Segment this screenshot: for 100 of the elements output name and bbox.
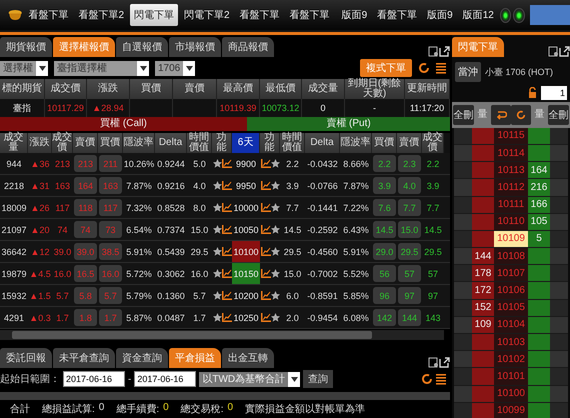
ask-price[interactable]: 144: [398, 309, 421, 326]
bid-price[interactable]: 38.5: [99, 243, 122, 260]
order-cell[interactable]: [550, 230, 568, 248]
ask-quantity[interactable]: [528, 282, 550, 300]
ask-quantity[interactable]: [528, 402, 550, 418]
order-cell[interactable]: [454, 282, 472, 300]
order-cell[interactable]: [550, 248, 568, 266]
list-icon[interactable]: [436, 62, 446, 74]
menu-tab[interactable]: 版面12: [458, 4, 498, 26]
bid-quantity[interactable]: 144: [472, 248, 494, 266]
popout-icon[interactable]: [439, 46, 450, 57]
currency-select[interactable]: 以TWD為基幣合計: [199, 372, 300, 386]
order-cell[interactable]: [454, 128, 472, 145]
account-tab[interactable]: 未平倉查詢: [53, 348, 115, 368]
chart-icon[interactable]: [222, 291, 232, 300]
ask-quantity[interactable]: 5: [528, 230, 550, 248]
bid-price[interactable]: 1.7: [99, 309, 122, 326]
bid-quantity[interactable]: [472, 214, 494, 231]
bid-price[interactable]: 2.2: [373, 155, 396, 172]
bid-price[interactable]: 7.6: [373, 199, 396, 216]
order-cell[interactable]: [550, 300, 568, 317]
end-date-field[interactable]: 2017-06-16: [134, 371, 196, 387]
account-tab[interactable]: 平倉損益: [169, 348, 221, 368]
star-icon[interactable]: [212, 225, 222, 234]
chart-icon[interactable]: [260, 159, 270, 168]
chart-icon[interactable]: [222, 313, 232, 322]
order-cell[interactable]: [550, 316, 568, 334]
ask-price[interactable]: 39.0: [74, 243, 97, 260]
bid-price[interactable]: 5.7: [99, 287, 122, 304]
order-cell[interactable]: [550, 179, 568, 196]
chart-icon[interactable]: [222, 225, 232, 234]
bid-quantity[interactable]: [472, 402, 494, 418]
ask-quantity[interactable]: [528, 265, 550, 282]
chart-icon[interactable]: [222, 203, 232, 212]
bid-quantity[interactable]: [472, 144, 494, 162]
star-icon[interactable]: [270, 247, 280, 256]
ask-price[interactable]: 15.0: [398, 221, 421, 238]
return-button[interactable]: [491, 104, 511, 125]
window-icon[interactable]: [548, 46, 559, 57]
price-level[interactable]: 10113: [494, 162, 528, 180]
price-level[interactable]: 10111: [494, 196, 528, 214]
menu-tab[interactable]: 看盤下單: [286, 4, 334, 26]
menu-tab[interactable]: 看盤下單: [373, 4, 422, 26]
refresh-icon[interactable]: [421, 373, 433, 385]
price-level[interactable]: 10109: [494, 230, 528, 248]
quote-tab[interactable]: 市場報價: [169, 37, 221, 57]
bid-quantity[interactable]: [472, 179, 494, 196]
ask-price[interactable]: 118: [74, 199, 97, 216]
chart-icon[interactable]: [260, 181, 270, 190]
menu-tab[interactable]: 版面9: [338, 4, 372, 26]
menu-tab[interactable]: 閃電下單: [130, 4, 178, 26]
cancel-all-button[interactable]: 全刪: [453, 104, 474, 125]
window-icon[interactable]: [428, 357, 439, 368]
star-icon[interactable]: [212, 291, 222, 300]
star-icon[interactable]: [270, 225, 280, 234]
order-cell[interactable]: [550, 351, 568, 368]
chart-icon[interactable]: [222, 269, 232, 278]
chart-icon[interactable]: [260, 225, 270, 234]
star-icon[interactable]: [270, 203, 280, 212]
underlying-select[interactable]: 臺指選擇權: [54, 60, 149, 76]
ask-price[interactable]: 5.8: [74, 287, 97, 304]
price-level[interactable]: 10100: [494, 386, 528, 403]
order-cell[interactable]: [454, 368, 472, 386]
price-level[interactable]: 10102: [494, 351, 528, 368]
bid-price[interactable]: 142: [373, 309, 396, 326]
ask-quantity[interactable]: [528, 316, 550, 334]
ask-quantity[interactable]: [528, 248, 550, 266]
bid-price[interactable]: 29.0: [373, 243, 396, 260]
order-cell[interactable]: [454, 179, 472, 196]
bid-quantity[interactable]: [472, 230, 494, 248]
start-date-field[interactable]: 2017-06-16: [63, 371, 125, 387]
order-cell[interactable]: [550, 368, 568, 386]
scrollbar[interactable]: [0, 330, 444, 340]
bid-price[interactable]: 117: [99, 199, 122, 216]
order-cell[interactable]: [454, 230, 472, 248]
bid-quantity[interactable]: [472, 334, 494, 352]
chart-icon[interactable]: [222, 247, 232, 256]
refresh-button[interactable]: [511, 104, 531, 125]
flash-order-tab[interactable]: 閃電下單: [452, 37, 504, 57]
price-level[interactable]: 10110: [494, 214, 528, 231]
order-cell[interactable]: [454, 265, 472, 282]
menu-tab[interactable]: 看盤下單: [24, 4, 72, 26]
star-icon[interactable]: [212, 203, 222, 212]
bid-price[interactable]: 56: [373, 265, 396, 282]
ask-quantity[interactable]: [528, 300, 550, 317]
bid-quantity[interactable]: [472, 162, 494, 180]
ask-quantity[interactable]: 216: [528, 179, 550, 196]
bid-price[interactable]: 14.5: [373, 221, 396, 238]
star-icon[interactable]: [212, 181, 222, 190]
ask-price[interactable]: 2.3: [398, 155, 421, 172]
star-icon[interactable]: [270, 269, 280, 278]
account-tab[interactable]: 資金查詢: [116, 348, 168, 368]
chart-icon[interactable]: [222, 181, 232, 190]
star-icon[interactable]: [212, 269, 222, 278]
bid-price[interactable]: 96: [373, 287, 396, 304]
ask-price[interactable]: 57: [398, 265, 421, 282]
quote-tab[interactable]: 商品報價: [222, 37, 274, 57]
menu-tab[interactable]: 看盤下單: [236, 4, 284, 26]
chart-icon[interactable]: [260, 203, 270, 212]
ask-price[interactable]: 164: [74, 177, 97, 194]
